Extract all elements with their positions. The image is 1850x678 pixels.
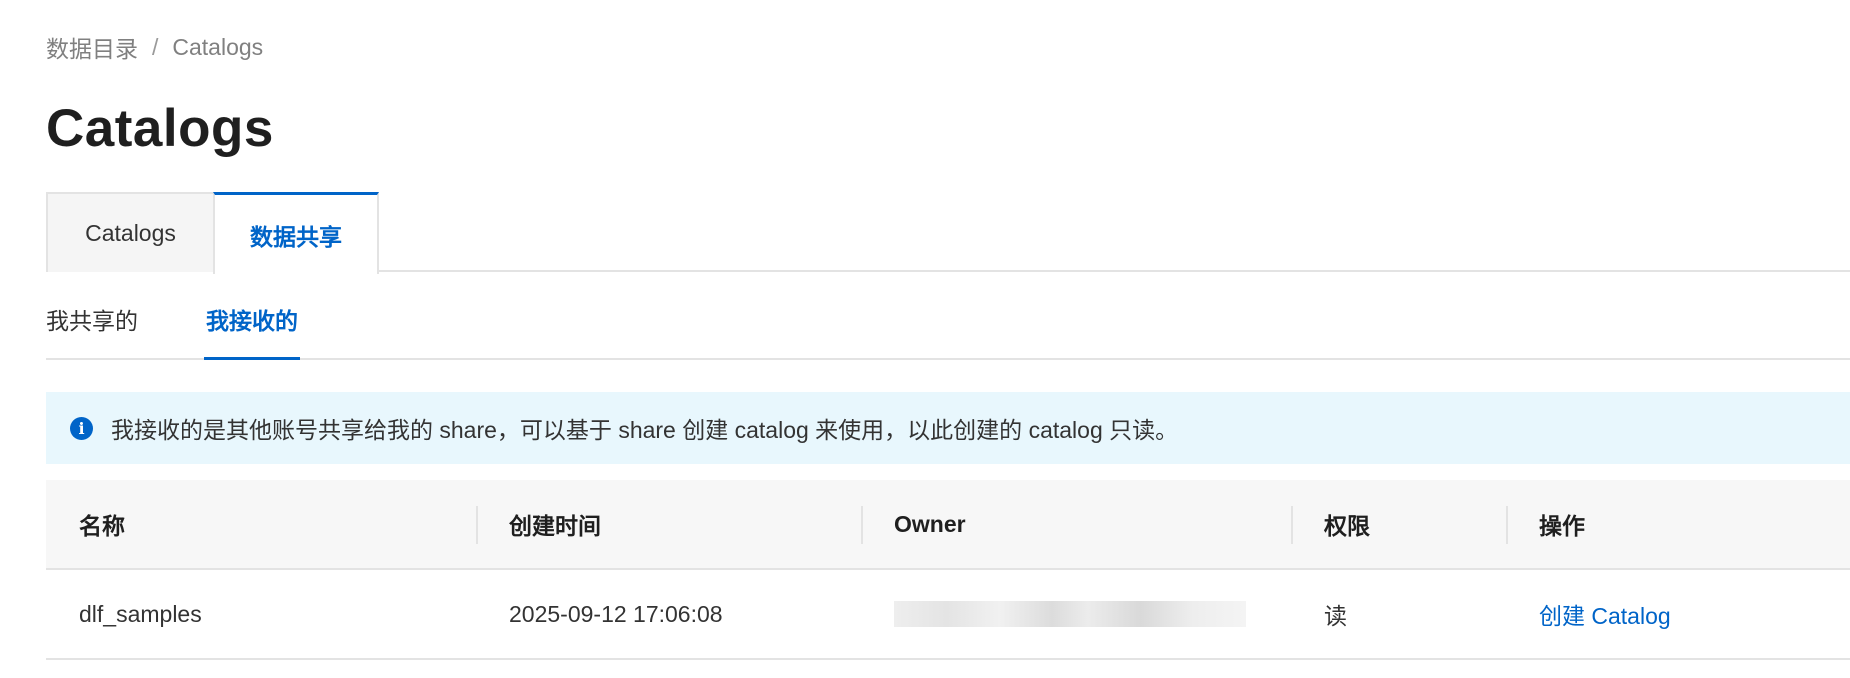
table-header: 名称 创建时间 Owner 权限 操作: [46, 480, 1850, 570]
tab-catalogs[interactable]: Catalogs: [46, 192, 213, 272]
active-tab-indicator: [204, 357, 300, 360]
info-icon: i: [70, 416, 93, 440]
column-header-actions[interactable]: 操作: [1506, 480, 1850, 568]
breadcrumb-separator: /: [152, 33, 159, 60]
info-banner: i 我接收的是其他账号共享给我的 share，可以基于 share 创建 cat…: [46, 392, 1850, 464]
tab-data-sharing[interactable]: 数据共享: [213, 192, 379, 274]
subtab-shared-by-me[interactable]: 我共享的: [46, 302, 138, 360]
breadcrumb-parent[interactable]: 数据目录: [46, 30, 138, 64]
subtab-received-label: 我接收的: [206, 308, 298, 334]
breadcrumb-current: Catalogs: [172, 33, 264, 60]
column-header-created[interactable]: 创建时间: [476, 480, 861, 568]
column-header-name[interactable]: 名称: [46, 480, 476, 568]
create-catalog-link[interactable]: 创建 Catalog: [1506, 570, 1850, 658]
info-banner-text: 我接收的是其他账号共享给我的 share，可以基于 share 创建 catal…: [111, 417, 1179, 443]
column-header-owner[interactable]: Owner: [861, 480, 1291, 568]
table-row: dlf_samples 2025-09-12 17:06:08 读 创建 Cat…: [46, 570, 1850, 660]
cell-permission: 读: [1324, 603, 1347, 629]
column-header-permission[interactable]: 权限: [1291, 480, 1506, 568]
subtab-received[interactable]: 我接收的: [204, 302, 300, 360]
owner-redacted: [894, 601, 1246, 627]
sub-tabs-divider: [46, 358, 1850, 360]
page-title: Catalogs: [46, 99, 274, 158]
sub-tabs: 我共享的 我接收的: [46, 290, 1850, 360]
cell-name: dlf_samples: [79, 600, 202, 627]
cell-owner: [861, 570, 1291, 658]
subtab-shared-by-me-label: 我共享的: [46, 308, 138, 334]
breadcrumb: 数据目录 / Catalogs: [46, 30, 263, 64]
cell-created-time: 2025-09-12 17:06:08: [509, 600, 723, 627]
received-shares-table: 名称 创建时间 Owner 权限 操作 dlf_samples 2025-09-…: [46, 480, 1850, 660]
main-tabs: Catalogs 数据共享: [46, 192, 1850, 274]
